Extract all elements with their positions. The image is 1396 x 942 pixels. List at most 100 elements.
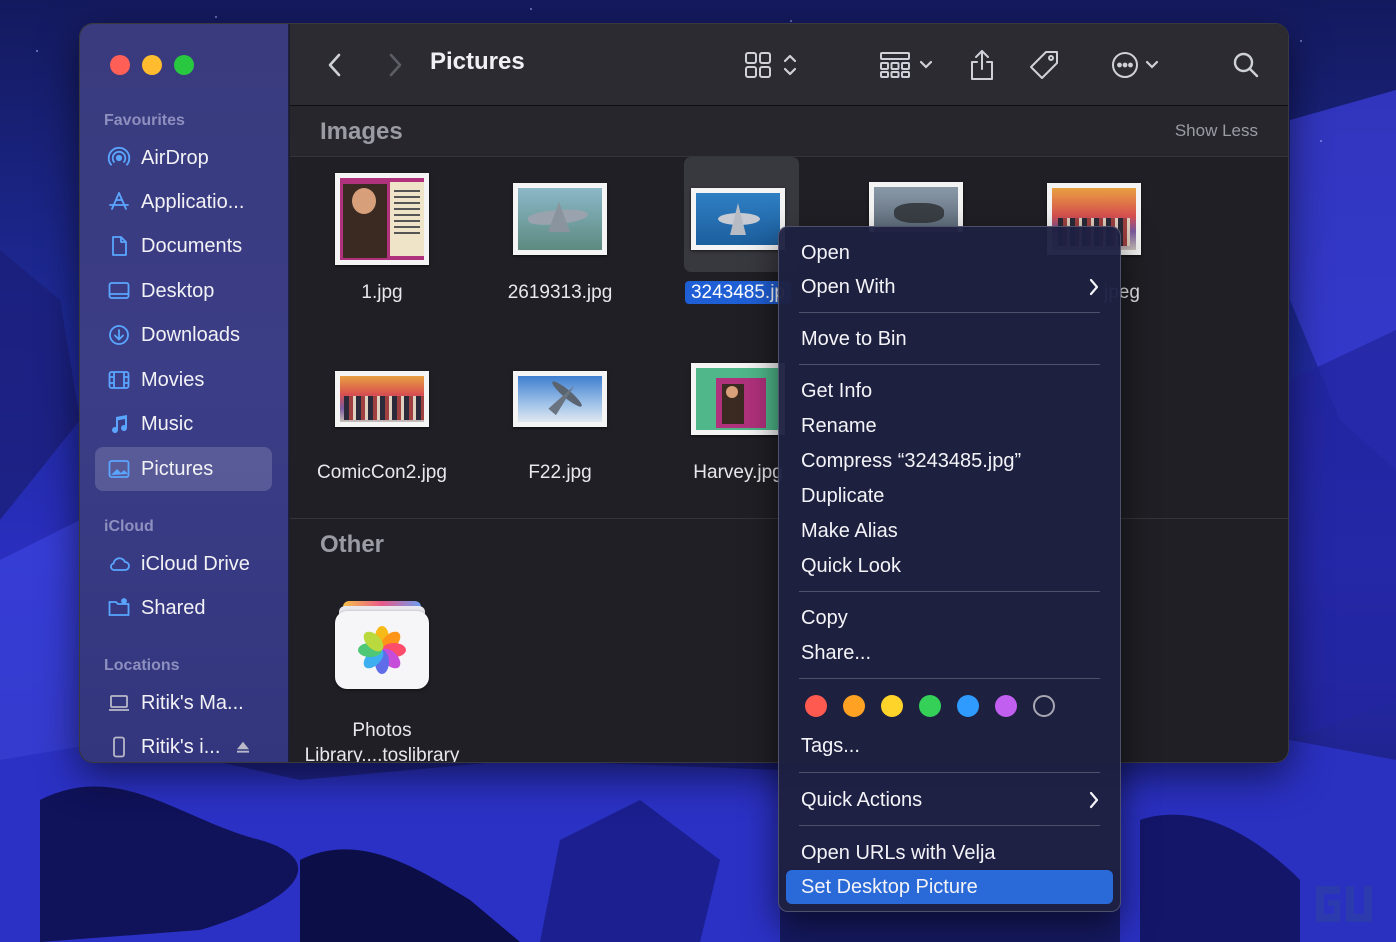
sidebar-item-movies[interactable]: Movies — [95, 358, 272, 402]
menu-item-quick-look[interactable]: Quick Look — [801, 550, 1100, 582]
close-button[interactable] — [110, 55, 130, 75]
menu-item-get-info[interactable]: Get Info — [801, 375, 1100, 407]
chevron-down-icon — [919, 60, 933, 70]
download-icon — [107, 323, 131, 347]
chevron-right-icon — [1088, 790, 1100, 816]
menu-item-open-with[interactable]: Open With — [801, 271, 1100, 303]
more-actions-button[interactable] — [1106, 46, 1164, 84]
updown-chevron-icon — [783, 52, 797, 78]
file-thumbnail — [335, 371, 429, 427]
photo-icon — [107, 457, 131, 481]
menu-item-move-to-bin[interactable]: Move to Bin — [801, 323, 1100, 355]
sidebar-item-music[interactable]: Music — [95, 402, 272, 446]
film-icon — [107, 368, 131, 392]
chevron-down-icon — [1145, 60, 1159, 70]
menu-item-quick-actions[interactable]: Quick Actions — [801, 784, 1100, 816]
file-name: ComicCon2.jpg — [317, 462, 447, 483]
file-item[interactable]: 2619313.jpg — [470, 164, 650, 304]
back-button[interactable] — [320, 46, 350, 84]
menu-item-tags[interactable]: Tags... — [801, 730, 1100, 762]
menu-item-open-urls-velja[interactable]: Open URLs with Velja — [801, 837, 1100, 869]
sidebar-item-label: Shared — [141, 596, 206, 619]
group-title: Other — [320, 531, 385, 558]
file-item[interactable]: ComicCon2.jpg — [292, 344, 472, 484]
search-button[interactable] — [1230, 46, 1262, 84]
group-button[interactable] — [876, 46, 936, 84]
sidebar-item-desktop[interactable]: Desktop — [95, 269, 272, 313]
photos-library-icon — [335, 599, 429, 689]
icon-view-icon — [743, 50, 773, 80]
menu-item-make-alias[interactable]: Make Alias — [801, 515, 1100, 547]
tag-red[interactable] — [805, 695, 827, 717]
applications-icon — [107, 190, 131, 214]
file-thumbnail — [513, 183, 607, 255]
sidebar-item-downloads[interactable]: Downloads — [95, 313, 272, 357]
tag-icon — [1028, 49, 1060, 81]
desktop-icon — [107, 279, 131, 303]
sidebar-item-label: Music — [141, 412, 194, 435]
sidebar-item-label: Ritik's Ma... — [141, 691, 244, 714]
menu-separator — [799, 364, 1100, 365]
tag-button[interactable] — [1027, 46, 1061, 84]
file-item[interactable]: Photos Library....toslibrary — [292, 594, 472, 763]
forward-icon — [387, 52, 403, 78]
menu-item-duplicate[interactable]: Duplicate — [801, 480, 1100, 512]
file-item[interactable]: 1.jpg — [292, 164, 472, 304]
menu-item-share[interactable]: Share... — [801, 637, 1100, 669]
tag-none[interactable] — [1033, 695, 1055, 717]
share-icon — [969, 49, 995, 81]
menu-item-open[interactable]: Open — [801, 237, 1100, 269]
menu-separator — [799, 825, 1100, 826]
airdrop-icon — [107, 146, 131, 170]
sidebar-section-locations: Locations — [104, 657, 180, 674]
zoom-button[interactable] — [174, 55, 194, 75]
sidebar-item-documents[interactable]: Documents — [95, 224, 272, 268]
sidebar-section-favourites: Favourites — [104, 112, 185, 129]
sidebar-item-shared[interactable]: Shared — [95, 586, 272, 630]
phone-icon — [107, 735, 131, 759]
eject-icon[interactable] — [234, 738, 252, 756]
sidebar-item-label: Movies — [141, 368, 205, 391]
tag-purple[interactable] — [995, 695, 1017, 717]
menu-item-rename[interactable]: Rename — [801, 410, 1100, 442]
forward-button[interactable] — [380, 46, 410, 84]
menu-item-set-desktop-picture[interactable]: Set Desktop Picture — [786, 870, 1113, 904]
sidebar-item-mac[interactable]: Ritik's Ma... — [95, 681, 272, 725]
menu-item-compress[interactable]: Compress “3243485.jpg” — [801, 445, 1100, 477]
more-actions-icon — [1111, 51, 1139, 79]
menu-separator — [799, 678, 1100, 679]
sidebar-item-pictures[interactable]: Pictures — [95, 447, 272, 491]
file-thumbnail — [869, 182, 963, 232]
context-menu: Open Open With Move to Bin Get Info Rena… — [778, 226, 1121, 912]
view-mode-button[interactable] — [735, 46, 805, 84]
file-name: 2619313.jpg — [507, 282, 613, 303]
shared-folder-icon — [107, 596, 131, 620]
menu-separator — [799, 772, 1100, 773]
group-header-images: Images Show Less — [290, 106, 1288, 156]
sidebar-section-icloud: iCloud — [104, 518, 154, 535]
laptop-icon — [107, 691, 131, 715]
sidebar-item-airdrop[interactable]: AirDrop — [95, 136, 272, 180]
tag-blue[interactable] — [957, 695, 979, 717]
file-item[interactable]: F22.jpg — [470, 344, 650, 484]
file-thumbnail — [335, 173, 429, 265]
cloud-icon — [107, 552, 131, 576]
minimize-button[interactable] — [142, 55, 162, 75]
show-less-button[interactable]: Show Less — [1175, 121, 1258, 141]
sidebar-item-label: AirDrop — [141, 146, 209, 169]
sidebar-item-icloud-drive[interactable]: iCloud Drive — [95, 542, 272, 586]
sidebar-item-label: Pictures — [141, 457, 214, 480]
menu-separator — [799, 312, 1100, 313]
menu-item-copy[interactable]: Copy — [801, 602, 1100, 634]
sidebar-item-iphone[interactable]: Ritik's i... — [95, 725, 272, 762]
share-button[interactable] — [967, 46, 997, 84]
tag-green[interactable] — [919, 695, 941, 717]
sidebar-item-label: Desktop — [141, 279, 215, 302]
tag-yellow[interactable] — [881, 695, 903, 717]
sidebar: Favourites AirDrop Applicatio... Documen… — [80, 24, 289, 762]
watermark-logo — [1316, 886, 1372, 922]
tag-orange[interactable] — [843, 695, 865, 717]
file-name: Photos Library....toslibrary — [304, 720, 460, 763]
sidebar-item-applications[interactable]: Applicatio... — [95, 180, 272, 224]
file-name: 1.jpg — [361, 282, 403, 303]
